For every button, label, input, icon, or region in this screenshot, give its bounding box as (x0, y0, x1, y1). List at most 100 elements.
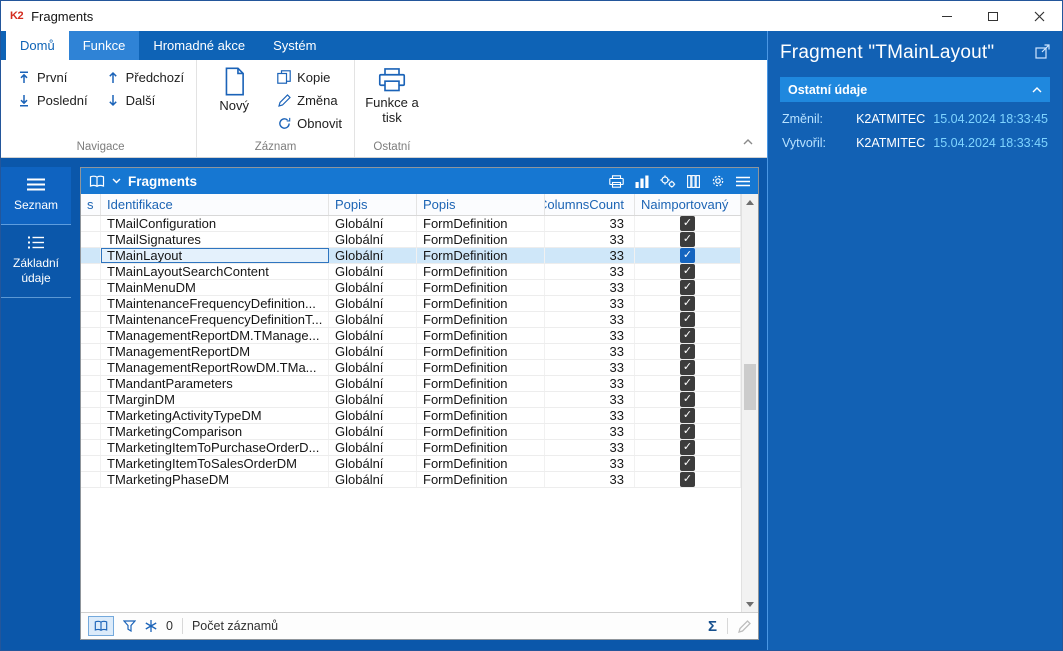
table-row[interactable]: TMainLayoutGlobálníFormDefinition33✓ (81, 248, 741, 264)
tab-hromadne-akce[interactable]: Hromadné akce (139, 31, 259, 60)
checkbox-checked-icon[interactable]: ✓ (680, 312, 695, 327)
table-row[interactable]: TMarketingItemToPurchaseOrderD...Globáln… (81, 440, 741, 456)
statusbar-separator (727, 618, 728, 634)
table-row[interactable]: TMaintenanceFrequencyDefinition...Globál… (81, 296, 741, 312)
functions-print-button[interactable]: Funkce a tisk (363, 60, 421, 140)
checkbox-checked-icon[interactable]: ✓ (680, 392, 695, 407)
cell-identifikace: TMarginDM (101, 392, 329, 407)
sidebar-item-zakladni-udaje[interactable]: Základní údaje (1, 225, 71, 298)
chevron-down-icon[interactable] (112, 178, 121, 184)
filter-icon[interactable] (123, 620, 136, 632)
checkbox-checked-icon[interactable]: ✓ (680, 360, 695, 375)
refresh-button[interactable]: Obnovit (273, 113, 346, 133)
print-icon[interactable] (609, 175, 624, 188)
table-row[interactable]: TMarketingActivityTypeDMGlobálníFormDefi… (81, 408, 741, 424)
table-row[interactable]: TMarketingItemToSalesOrderDMGlobálníForm… (81, 456, 741, 472)
table-row[interactable]: TMandantParametersGlobálníFormDefinition… (81, 376, 741, 392)
scrollbar-thumb[interactable] (744, 364, 756, 410)
cell-identifikace: TMarketingItemToSalesOrderDM (101, 456, 329, 471)
menu-icon[interactable] (736, 176, 750, 187)
vertical-scrollbar[interactable] (741, 194, 758, 612)
checkbox-checked-icon[interactable]: ✓ (680, 344, 695, 359)
cell-columnscount: 33 (545, 408, 635, 423)
next-record-button[interactable]: Další (102, 90, 189, 110)
previous-record-button[interactable]: Předchozí (102, 67, 189, 87)
table-row[interactable]: TMarketingComparisonGlobálníFormDefiniti… (81, 424, 741, 440)
chart-icon[interactable] (635, 175, 649, 188)
book-columns-icon[interactable] (89, 175, 105, 188)
cell-popis: Globální (329, 312, 417, 327)
cell-popis: Globální (329, 376, 417, 391)
checkbox-checked-icon[interactable]: ✓ (680, 328, 695, 343)
table-row[interactable]: TMailConfigurationGlobálníFormDefinition… (81, 216, 741, 232)
edit-pencil-icon[interactable] (738, 620, 751, 633)
cell-identifikace: TMarketingActivityTypeDM (101, 408, 329, 423)
table-row[interactable]: TManagementReportDM.TManage...GlobálníFo… (81, 328, 741, 344)
column-header-identifikace[interactable]: Identifikace (101, 194, 329, 215)
tab-domu[interactable]: Domů (6, 31, 69, 60)
tab-system[interactable]: Systém (259, 31, 330, 60)
checkbox-checked-icon[interactable]: ✓ (680, 248, 695, 263)
condition-icon[interactable] (145, 620, 157, 632)
open-external-icon[interactable] (1035, 42, 1050, 64)
checkbox-checked-icon[interactable]: ✓ (680, 296, 695, 311)
checkbox-checked-icon[interactable]: ✓ (680, 280, 695, 295)
close-button[interactable] (1016, 1, 1062, 31)
scrollbar-track[interactable] (742, 210, 758, 596)
checkbox-checked-icon[interactable]: ✓ (680, 472, 695, 487)
table-row[interactable]: TMaintenanceFrequencyDefinitionT...Globá… (81, 312, 741, 328)
cell-popis2: FormDefinition (417, 360, 545, 375)
checkbox-checked-icon[interactable]: ✓ (680, 408, 695, 423)
filter-count: 0 (166, 619, 173, 633)
column-header-popis[interactable]: Popis (329, 194, 417, 215)
cell-columnscount: 33 (545, 312, 635, 327)
columns-view-toggle[interactable] (88, 616, 114, 636)
app-window: K2 Fragments Domů Funkce Hromadné akce S… (0, 0, 1063, 651)
checkbox-checked-icon[interactable]: ✓ (680, 264, 695, 279)
change-button[interactable]: Změna (273, 90, 346, 110)
table-row[interactable]: TMarginDMGlobálníFormDefinition33✓ (81, 392, 741, 408)
checkbox-checked-icon[interactable]: ✓ (680, 232, 695, 247)
sidebar-item-seznam[interactable]: Seznam (1, 167, 71, 225)
cell-columnscount: 33 (545, 344, 635, 359)
checkbox-checked-icon[interactable]: ✓ (680, 440, 695, 455)
checkbox-checked-icon[interactable]: ✓ (680, 424, 695, 439)
table-row[interactable]: TManagementReportRowDM.TMa...GlobálníFor… (81, 360, 741, 376)
settings-gear-icon[interactable] (711, 174, 725, 188)
table-row[interactable]: TMainMenuDMGlobálníFormDefinition33✓ (81, 280, 741, 296)
first-record-label: První (37, 70, 67, 85)
checkbox-checked-icon[interactable]: ✓ (680, 456, 695, 471)
checkbox-checked-icon[interactable]: ✓ (680, 376, 695, 391)
first-record-button[interactable]: První (13, 67, 92, 87)
new-record-button[interactable]: Nový (205, 60, 263, 140)
table-row[interactable]: TMainLayoutSearchContentGlobálníFormDefi… (81, 264, 741, 280)
table-row[interactable]: TMarketingPhaseDMGlobálníFormDefinition3… (81, 472, 741, 488)
minimize-button[interactable] (924, 1, 970, 31)
last-record-button[interactable]: Poslední (13, 90, 92, 110)
column-header-popis2[interactable]: Popis (417, 194, 545, 215)
field-label: Vytvořil: (782, 136, 826, 150)
document-icon (223, 67, 246, 96)
maximize-button[interactable] (970, 1, 1016, 31)
maximize-icon (988, 12, 998, 21)
tab-funkce[interactable]: Funkce (69, 31, 140, 60)
column-header-s[interactable]: s (81, 194, 101, 215)
arrow-down-icon (106, 94, 120, 107)
copy-button[interactable]: Kopie (273, 67, 346, 87)
column-header-naimportovany[interactable]: Naimportovaný (635, 194, 741, 215)
section-header-ostatni-udaje[interactable]: Ostatní údaje (780, 77, 1050, 102)
cell-popis2: FormDefinition (417, 312, 545, 327)
scroll-up-arrow-icon[interactable] (742, 194, 758, 210)
table-row[interactable]: TMailSignaturesGlobálníFormDefinition33✓ (81, 232, 741, 248)
table-row[interactable]: TManagementReportDMGlobálníFormDefinitio… (81, 344, 741, 360)
sum-icon[interactable]: Σ (708, 618, 717, 635)
arrow-up-to-bar-icon (17, 71, 31, 84)
gears-icon[interactable] (660, 175, 676, 188)
columns-icon[interactable] (687, 175, 700, 188)
table-area: s Identifikace Popis Popis ColumnsCount … (81, 194, 758, 612)
column-header-columnscount[interactable]: ColumnsCount (545, 194, 635, 215)
checkbox-checked-icon[interactable]: ✓ (680, 216, 695, 231)
ribbon-collapse-button[interactable] (743, 132, 753, 150)
scroll-down-arrow-icon[interactable] (742, 596, 758, 612)
ribbon: První Poslední Předchozí (1, 60, 767, 158)
